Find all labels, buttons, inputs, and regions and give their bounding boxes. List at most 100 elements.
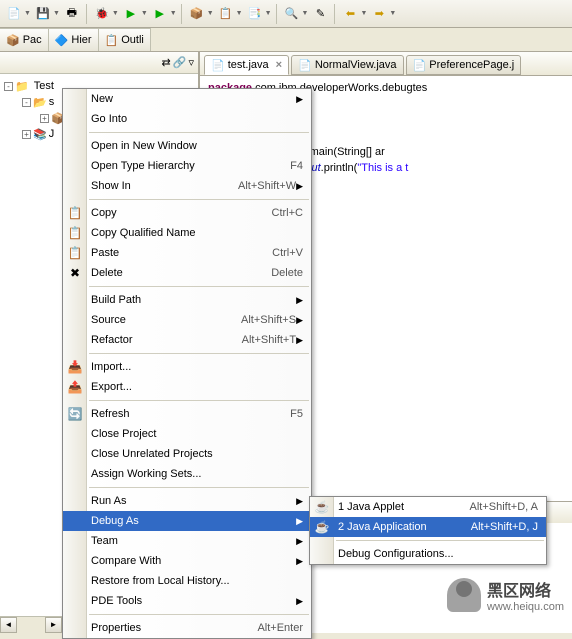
- menu-shortcut: Ctrl+V: [272, 247, 303, 259]
- collapse-icon[interactable]: ⇄: [162, 56, 171, 69]
- menu-label: Restore from Local History...: [91, 575, 230, 587]
- link-icon[interactable]: 🔗: [173, 56, 187, 69]
- close-icon[interactable]: ×: [276, 59, 282, 71]
- menu-label: Go Into: [91, 113, 127, 125]
- menu-item-copy[interactable]: 📋CopyCtrl+C: [63, 203, 311, 223]
- horizontal-scrollbar[interactable]: ◄ ►: [0, 616, 62, 633]
- menu-item-2-java-application[interactable]: ☕2 Java ApplicationAlt+Shift+D, J: [310, 517, 546, 537]
- menu-item-open-in-new-window[interactable]: Open in New Window: [63, 136, 311, 156]
- menu-item-properties[interactable]: PropertiesAlt+Enter: [63, 618, 311, 638]
- editor-tab-preferencepage[interactable]: 📄 PreferencePage.j: [406, 55, 522, 75]
- menu-label: Assign Working Sets...: [91, 468, 201, 480]
- dropdown-icon[interactable]: ▼: [236, 10, 243, 17]
- scroll-left-icon[interactable]: ◄: [0, 617, 17, 633]
- submenu-arrow-icon: ▶: [296, 315, 303, 326]
- tab-label: Pac: [23, 34, 42, 46]
- separator: [334, 4, 336, 24]
- dropdown-icon[interactable]: ▼: [112, 10, 119, 17]
- search-icon[interactable]: 🔍: [282, 4, 302, 24]
- menu-item-team[interactable]: Team▶: [63, 531, 311, 551]
- menu-label: Open Type Hierarchy: [91, 160, 195, 172]
- menu-icon[interactable]: ▿: [188, 56, 194, 69]
- menu-item-close-project[interactable]: Close Project: [63, 424, 311, 444]
- expand-icon[interactable]: -: [22, 98, 31, 107]
- menu-item-export-[interactable]: 📤Export...: [63, 377, 311, 397]
- menu-item-new[interactable]: New▶: [63, 89, 311, 109]
- expand-icon[interactable]: +: [22, 130, 31, 139]
- menu-item-pde-tools[interactable]: PDE Tools▶: [63, 591, 311, 611]
- watermark-url: www.heiqu.com: [487, 601, 564, 613]
- editor-tab-test[interactable]: 📄 test.java ×: [204, 55, 289, 75]
- menu-item-refresh[interactable]: 🔄RefreshF5: [63, 404, 311, 424]
- menu-separator: [89, 487, 309, 488]
- dropdown-icon[interactable]: ▼: [265, 10, 272, 17]
- new-other-icon[interactable]: 📑: [245, 4, 265, 24]
- menu-item-go-into[interactable]: Go Into: [63, 109, 311, 129]
- menu-label: Team: [91, 535, 118, 547]
- dropdown-icon[interactable]: ▼: [53, 10, 60, 17]
- paste-icon: 📋: [67, 245, 83, 261]
- menu-item-open-type-hierarchy[interactable]: Open Type HierarchyF4: [63, 156, 311, 176]
- new-class-icon[interactable]: 📋: [216, 4, 236, 24]
- hierarchy-icon: 🔷: [55, 34, 69, 47]
- menu-item-delete[interactable]: ✖DeleteDelete: [63, 263, 311, 283]
- dropdown-icon[interactable]: ▼: [360, 10, 367, 17]
- dropdown-icon[interactable]: ▼: [141, 10, 148, 17]
- watermark-brand: 黑区网络: [487, 583, 551, 600]
- new-icon[interactable]: 📄: [4, 4, 24, 24]
- outline-icon: 📋: [105, 34, 119, 47]
- menu-item-build-path[interactable]: Build Path▶: [63, 290, 311, 310]
- tab-package-explorer[interactable]: 📦 Pac: [0, 28, 49, 51]
- menu-item-assign-working-sets-[interactable]: Assign Working Sets...: [63, 464, 311, 484]
- tool-icon[interactable]: ✎: [310, 4, 330, 24]
- menu-item-paste[interactable]: 📋PasteCtrl+V: [63, 243, 311, 263]
- tab-outline[interactable]: 📋 Outli: [99, 28, 151, 51]
- editor-tab-bar: 📄 test.java × 📄 NormalView.java 📄 Prefer…: [200, 52, 572, 76]
- menu-item-run-as[interactable]: Run As▶: [63, 491, 311, 511]
- expand-icon[interactable]: -: [4, 82, 13, 91]
- menu-item-debug-as[interactable]: Debug As▶: [63, 511, 311, 531]
- menu-item-show-in[interactable]: Show InAlt+Shift+W ▶: [63, 176, 311, 196]
- menu-item-restore-from-local-history-[interactable]: Restore from Local History...: [63, 571, 311, 591]
- dropdown-icon[interactable]: ▼: [170, 10, 177, 17]
- tab-label: NormalView.java: [315, 59, 397, 71]
- print-icon[interactable]: 🖶: [62, 4, 82, 24]
- menu-item-close-unrelated-projects[interactable]: Close Unrelated Projects: [63, 444, 311, 464]
- code-text: main(String[] ar: [307, 146, 385, 158]
- copy-icon: 📋: [67, 205, 83, 221]
- menu-shortcut: Alt+Shift+D, J: [471, 521, 538, 533]
- nav-fwd-icon[interactable]: ➡: [369, 4, 389, 24]
- dropdown-icon[interactable]: ▼: [389, 10, 396, 17]
- run-ext-icon[interactable]: ▶: [150, 4, 170, 24]
- scroll-right-icon[interactable]: ►: [45, 617, 62, 633]
- save-icon[interactable]: 💾: [33, 4, 53, 24]
- menu-shortcut: F5: [290, 408, 303, 420]
- tab-hierarchy[interactable]: 🔷 Hier: [49, 28, 99, 51]
- menu-item-debug-configurations-[interactable]: Debug Configurations...: [310, 544, 546, 564]
- nav-back-icon[interactable]: ⬅: [340, 4, 360, 24]
- menu-item-source[interactable]: SourceAlt+Shift+S ▶: [63, 310, 311, 330]
- debug-icon[interactable]: 🐞: [92, 4, 112, 24]
- dropdown-icon[interactable]: ▼: [24, 10, 31, 17]
- dropdown-icon[interactable]: ▼: [207, 10, 214, 17]
- menu-label: Properties: [91, 622, 141, 634]
- menu-item-import-[interactable]: 📥Import...: [63, 357, 311, 377]
- run-icon[interactable]: ▶: [121, 4, 141, 24]
- menu-separator: [336, 540, 544, 541]
- menu-item-refactor[interactable]: RefactorAlt+Shift+T ▶: [63, 330, 311, 350]
- menu-shortcut: Alt+Shift+S: [241, 314, 296, 326]
- code-string: "This is a t: [357, 162, 408, 174]
- tree-label: s: [49, 96, 55, 108]
- menu-item-copy-qualified-name[interactable]: 📋Copy Qualified Name: [63, 223, 311, 243]
- expand-icon[interactable]: +: [40, 114, 49, 123]
- menu-label: Close Project: [91, 428, 156, 440]
- new-package-icon[interactable]: 📦: [187, 4, 207, 24]
- menu-item-1-java-applet[interactable]: ☕1 Java AppletAlt+Shift+D, A: [310, 497, 546, 517]
- java-app-icon: ☕: [314, 519, 330, 535]
- menu-item-compare-with[interactable]: Compare With▶: [63, 551, 311, 571]
- editor-tab-normalview[interactable]: 📄 NormalView.java: [291, 55, 403, 75]
- menu-label: Refresh: [91, 408, 130, 420]
- dropdown-icon[interactable]: ▼: [302, 10, 309, 17]
- menu-shortcut: Ctrl+C: [272, 207, 303, 219]
- menu-shortcut: Alt+Shift+W: [238, 180, 296, 192]
